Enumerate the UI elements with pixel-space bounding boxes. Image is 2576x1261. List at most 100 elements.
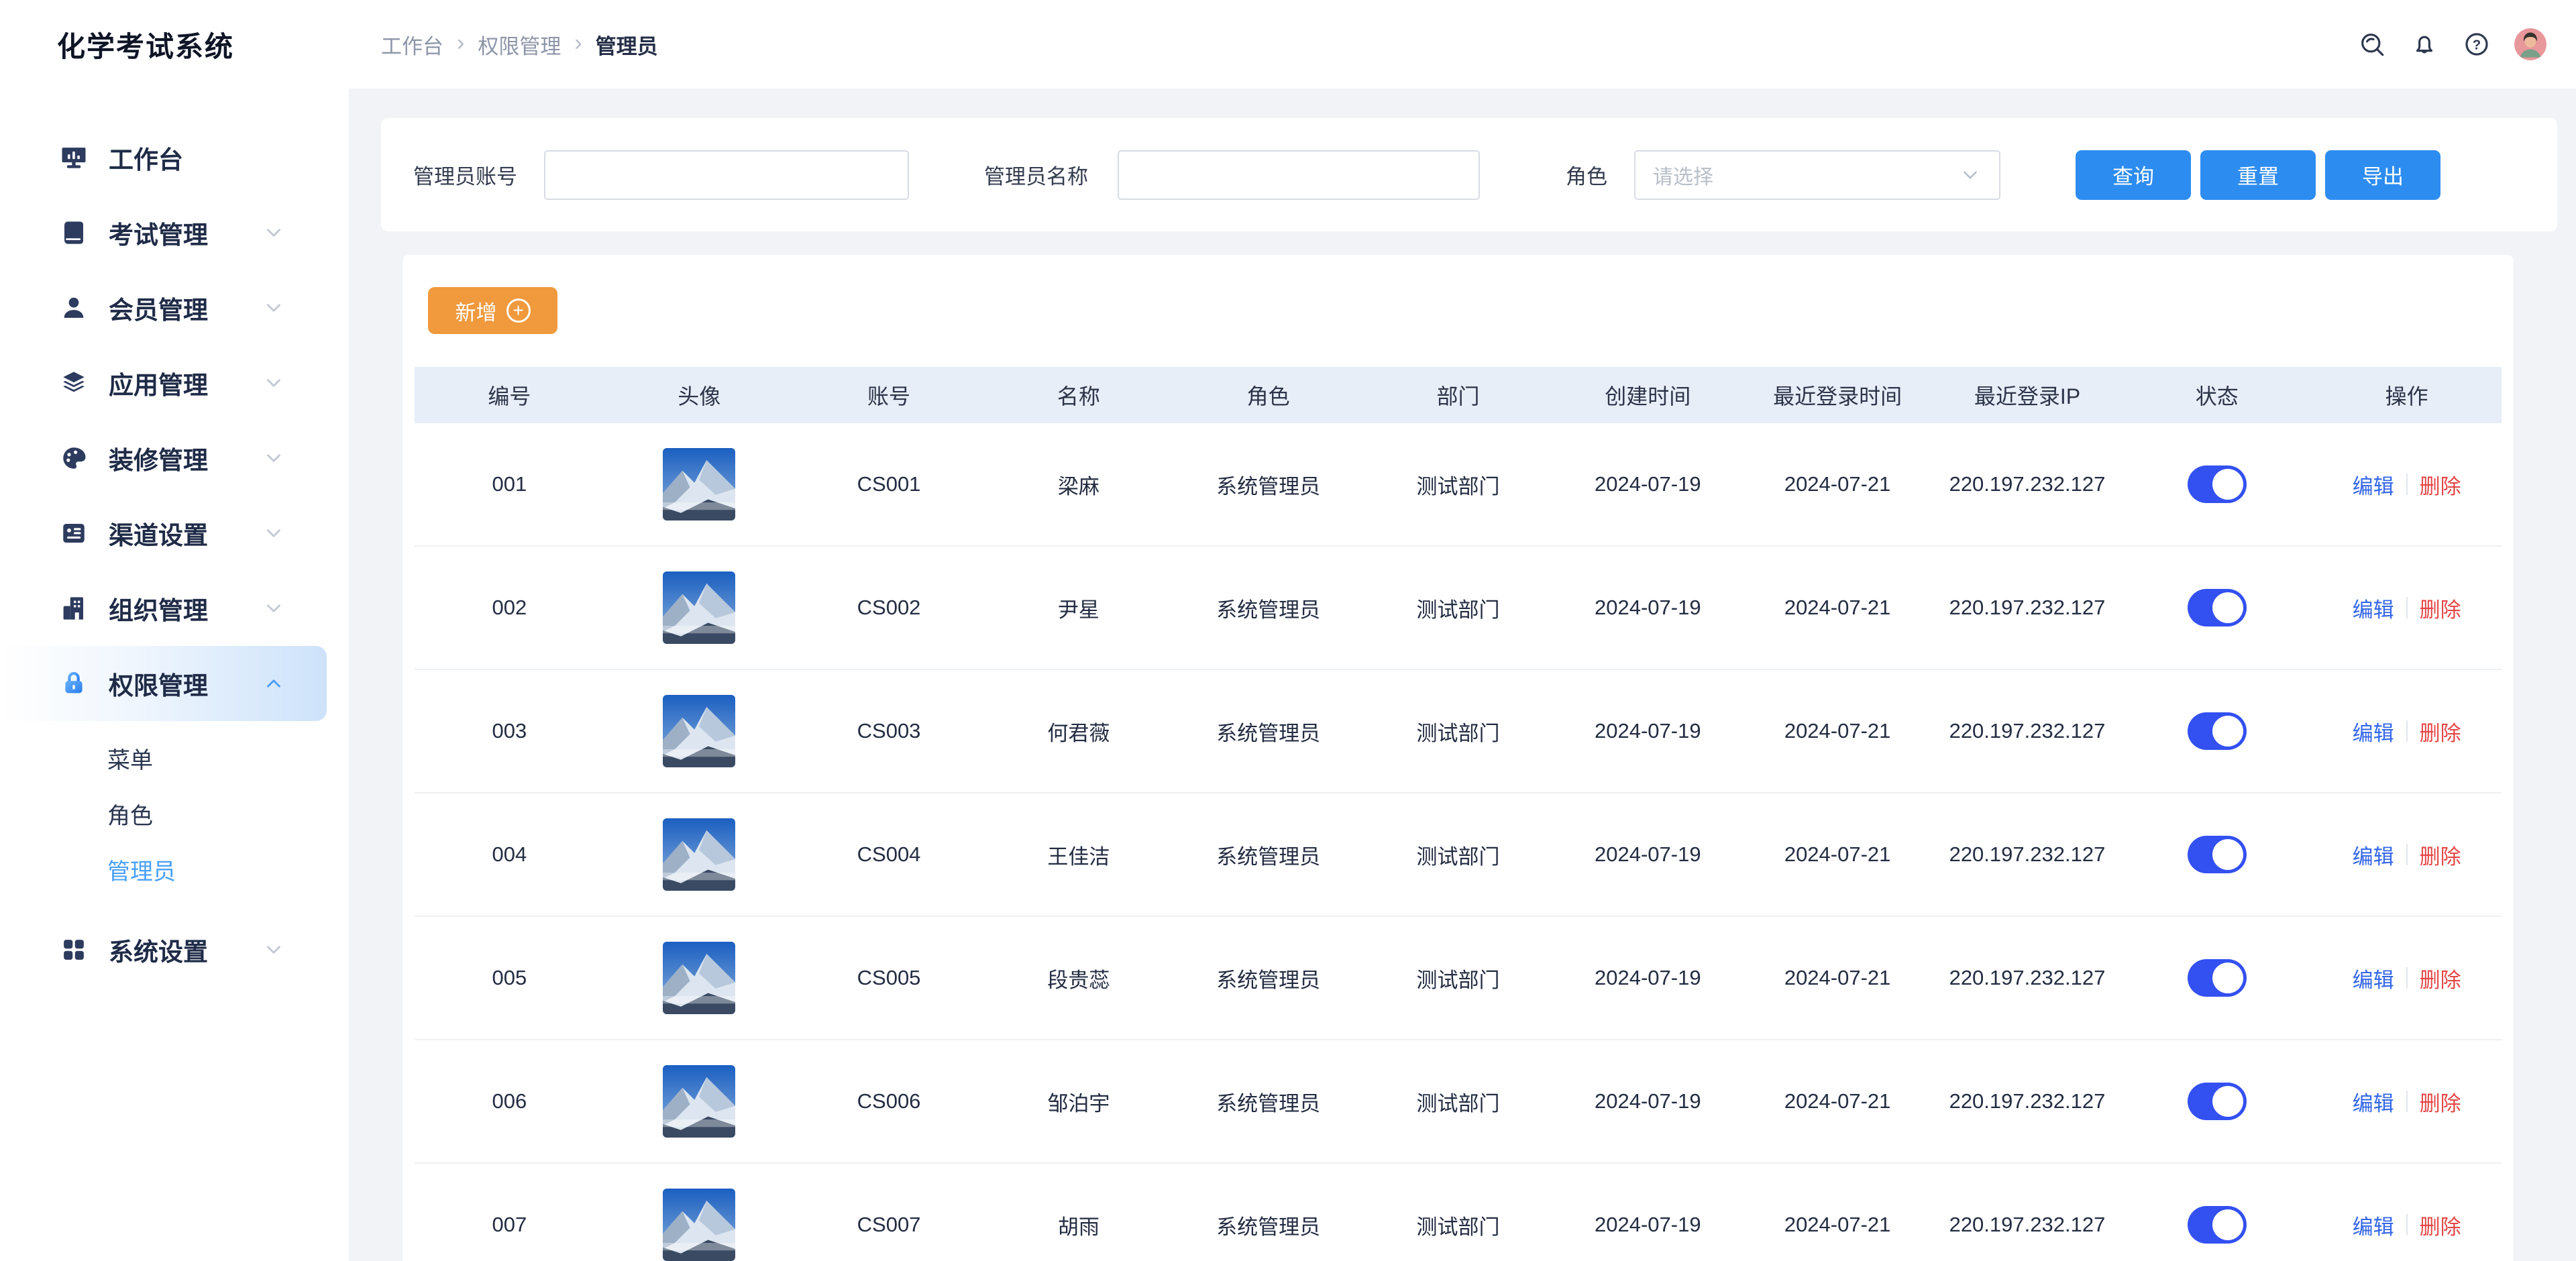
sidebar-item-app-management[interactable]: 应用管理	[0, 345, 349, 421]
status-toggle[interactable]	[2188, 1083, 2247, 1120]
status-toggle[interactable]	[2188, 1206, 2247, 1244]
status-toggle[interactable]	[2188, 836, 2247, 873]
cell-actions: 编辑 删除	[2312, 840, 2502, 870]
export-button[interactable]: 导出	[2325, 150, 2440, 200]
cell-dept: 测试部门	[1363, 470, 1553, 500]
role-select-placeholder: 请选择	[1653, 160, 1713, 190]
delete-link[interactable]: 删除	[2420, 963, 2461, 993]
col-name: 名称	[983, 380, 1173, 410]
sidebar-item-system-settings[interactable]: 系统设置	[0, 912, 349, 987]
filter-card: 管理员账号 管理员名称 角色 请选择 查询 重置 导出	[381, 118, 2557, 231]
edit-link[interactable]: 编辑	[2353, 716, 2394, 747]
cell-ip: 220.197.232.127	[1933, 472, 2123, 496]
delete-link[interactable]: 删除	[2420, 840, 2461, 870]
status-toggle[interactable]	[2188, 465, 2247, 503]
bell-icon[interactable]	[2410, 30, 2439, 59]
edit-link[interactable]: 编辑	[2353, 1087, 2394, 1117]
delete-link[interactable]: 删除	[2420, 1087, 2461, 1117]
sidebar-item-organization-management[interactable]: 组织管理	[0, 571, 349, 646]
sidebar-item-channel-settings[interactable]: 渠道设置	[0, 496, 349, 571]
cell-dept: 测试部门	[1363, 1087, 1553, 1117]
table-row: 002 CS002 尹星 系统管理员 测试部门 2024-07-19 2024-…	[415, 547, 2502, 670]
cell-role: 系统管理员	[1173, 840, 1363, 870]
cell-account: CS007	[794, 1213, 984, 1237]
cell-status	[2122, 712, 2312, 750]
sidebar-item-workbench[interactable]: 工作台	[0, 120, 349, 195]
chevron-down-icon	[1959, 164, 1982, 186]
topbar: 化学考试系统 工作台 › 权限管理 › 管理员 ?	[0, 0, 2576, 89]
cell-role: 系统管理员	[1173, 1087, 1363, 1117]
sidebar-subitem-role[interactable]: 角色	[0, 786, 349, 842]
sidebar-item-decoration-management[interactable]: 装修管理	[0, 421, 349, 496]
sidebar-subitem-menu[interactable]: 菜单	[0, 730, 349, 786]
cell-id: 003	[415, 719, 604, 743]
help-icon[interactable]: ?	[2462, 30, 2491, 59]
user-avatar[interactable]	[2514, 28, 2546, 60]
col-created: 创建时间	[1553, 380, 1743, 410]
search-icon[interactable]	[2357, 30, 2387, 59]
add-button[interactable]: 新增 +	[428, 287, 557, 334]
status-toggle[interactable]	[2188, 589, 2247, 626]
app-root: 化学考试系统 工作台 › 权限管理 › 管理员 ?	[0, 0, 2576, 1261]
mountain-avatar-image	[663, 818, 735, 891]
cell-created: 2024-07-19	[1553, 1089, 1743, 1113]
edit-link[interactable]: 编辑	[2353, 593, 2394, 623]
toggle-knob	[2212, 592, 2243, 623]
role-select[interactable]: 请选择	[1634, 150, 2000, 200]
sidebar-item-label: 组织管理	[109, 590, 208, 626]
delete-link[interactable]: 删除	[2420, 470, 2461, 500]
plus-circle-icon: +	[506, 298, 531, 323]
cell-status	[2122, 959, 2312, 997]
admin-name-input[interactable]	[1118, 150, 1480, 200]
cell-avatar	[604, 571, 794, 644]
sidebar-item-exam-management[interactable]: 考试管理	[0, 195, 349, 270]
cell-role: 系统管理员	[1173, 1210, 1363, 1240]
sidebar-subitem-admin[interactable]: 管理员	[0, 842, 349, 897]
building-icon	[59, 594, 89, 623]
mountain-avatar-image	[663, 942, 735, 1014]
delete-link[interactable]: 删除	[2420, 1210, 2461, 1240]
cell-role: 系统管理员	[1173, 716, 1363, 747]
mountain-avatar-image	[663, 1189, 735, 1261]
delete-link[interactable]: 删除	[2420, 593, 2461, 623]
cell-ip: 220.197.232.127	[1933, 842, 2123, 867]
cell-id: 007	[415, 1213, 604, 1237]
layers-icon	[59, 368, 89, 398]
cell-created: 2024-07-19	[1553, 472, 1743, 496]
admin-account-label: 管理员账号	[413, 160, 517, 190]
book-icon	[59, 218, 89, 248]
search-button[interactable]: 查询	[2076, 150, 2191, 200]
add-button-label: 新增	[455, 296, 497, 326]
cell-actions: 编辑 删除	[2312, 716, 2502, 747]
col-ip: 最近登录IP	[1933, 380, 2123, 410]
cell-actions: 编辑 删除	[2312, 1210, 2502, 1240]
sidebar-item-permission-management[interactable]: 权限管理	[0, 646, 327, 721]
breadcrumb-item-permission[interactable]: 权限管理	[478, 30, 561, 60]
mountain-avatar-image	[663, 695, 735, 767]
cell-account: CS001	[794, 472, 984, 496]
table-row: 004 CS004 王佳洁 系统管理员 测试部门 2024-07-19 2024…	[415, 793, 2502, 917]
cell-avatar	[604, 1065, 794, 1138]
table-body: 001 CS001 梁麻 系统管理员 测试部门 2024-07-19 2024-…	[415, 423, 2502, 1261]
chevron-down-icon	[262, 522, 285, 545]
edit-link[interactable]: 编辑	[2353, 470, 2394, 500]
cell-last-login: 2024-07-21	[1743, 966, 1933, 990]
breadcrumb-item-workbench[interactable]: 工作台	[381, 30, 443, 60]
reset-button[interactable]: 重置	[2200, 150, 2316, 200]
admin-account-input[interactable]	[544, 150, 909, 200]
palette-icon	[59, 443, 89, 473]
cell-avatar	[604, 942, 794, 1014]
edit-link[interactable]: 编辑	[2353, 1210, 2394, 1240]
sidebar-item-member-management[interactable]: 会员管理	[0, 270, 349, 345]
cell-last-login: 2024-07-21	[1743, 842, 1933, 867]
chevron-down-icon	[262, 221, 285, 244]
edit-link[interactable]: 编辑	[2353, 840, 2394, 870]
col-account: 账号	[794, 380, 984, 410]
toggle-knob	[2212, 1209, 2243, 1240]
delete-link[interactable]: 删除	[2420, 716, 2461, 747]
status-toggle[interactable]	[2188, 712, 2247, 750]
cell-ip: 220.197.232.127	[1933, 1089, 2123, 1113]
status-toggle[interactable]	[2188, 959, 2247, 997]
edit-link[interactable]: 编辑	[2353, 963, 2394, 993]
breadcrumb-separator: ›	[457, 30, 464, 56]
